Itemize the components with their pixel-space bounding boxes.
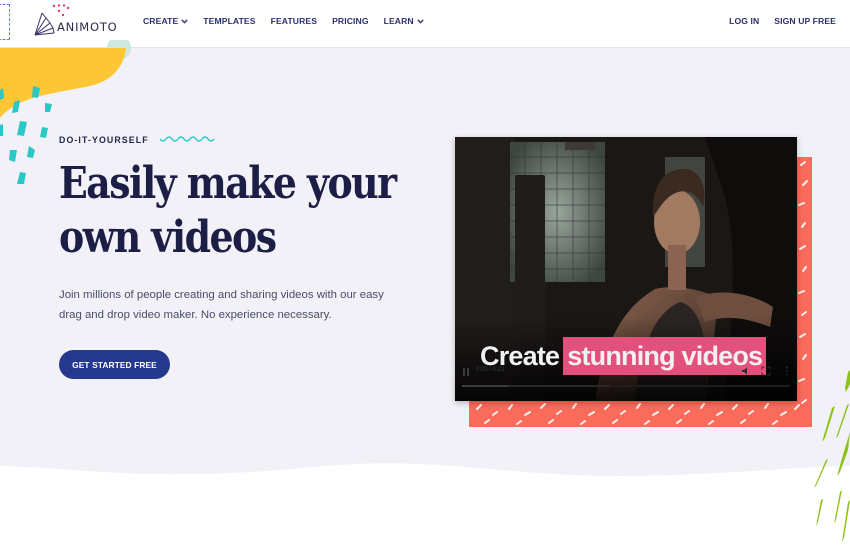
nav-features-label: FEATURES bbox=[270, 16, 318, 26]
signup-link[interactable]: SIGN UP FREE bbox=[774, 16, 836, 26]
pause-icon[interactable] bbox=[463, 368, 470, 376]
headline-line-2: own videos bbox=[59, 212, 277, 263]
get-started-button[interactable]: GET STARTED FREE bbox=[59, 350, 170, 379]
nav-templates-label: TEMPLATES bbox=[203, 16, 256, 26]
eyebrow-text: DO-IT-YOURSELF bbox=[59, 135, 149, 145]
chevron-down-icon bbox=[181, 18, 189, 24]
nav-pricing-label: PRICING bbox=[332, 16, 369, 26]
main-nav: CREATE TEMPLATES FEATURES PRICING LEARN bbox=[143, 16, 439, 26]
teal-dots-decoration bbox=[0, 86, 52, 184]
dashed-frame-decoration bbox=[0, 4, 10, 40]
nav-create[interactable]: CREATE bbox=[143, 16, 189, 26]
login-link[interactable]: LOG IN bbox=[729, 16, 759, 26]
chevron-down-icon bbox=[417, 18, 424, 24]
hero-headline: Easily make your own videos bbox=[59, 157, 403, 265]
video-player[interactable]: Create stunning videos 0:03 / 0:22 bbox=[455, 137, 797, 401]
nav-learn-label: LEARN bbox=[383, 16, 414, 26]
headline-line-1: Easily make your bbox=[59, 158, 397, 209]
more-options-icon[interactable] bbox=[782, 366, 792, 376]
page: ANIMOTO CREATE TEMPLATES FEATURES PRICIN… bbox=[0, 0, 850, 560]
video-progress-fill bbox=[462, 385, 508, 387]
squiggle-decoration bbox=[159, 136, 215, 142]
logo-dots-icon bbox=[52, 4, 70, 17]
nav-create-label: CREATE bbox=[143, 16, 179, 26]
account-nav: LOG IN SIGN UP FREE bbox=[714, 16, 836, 26]
nav-learn[interactable]: LEARN bbox=[384, 16, 424, 26]
nav-templates[interactable]: TEMPLATES bbox=[203, 16, 255, 26]
nav-pricing[interactable]: PRICING bbox=[332, 16, 369, 26]
video-time: 0:03 / 0:22 bbox=[476, 367, 505, 373]
fullscreen-icon[interactable] bbox=[761, 366, 771, 376]
video-progress-bar[interactable] bbox=[462, 385, 790, 387]
video-controls: 0:03 / 0:22 bbox=[455, 363, 797, 401]
logo-wordmark: ANIMOTO bbox=[57, 20, 118, 34]
nav-features[interactable]: FEATURES bbox=[271, 16, 317, 26]
volume-icon[interactable] bbox=[741, 366, 751, 376]
hero-subtext: Join millions of people creating and sha… bbox=[59, 289, 384, 321]
eyebrow-label: DO-IT-YOURSELF bbox=[59, 135, 215, 145]
animoto-logo[interactable]: ANIMOTO bbox=[33, 4, 118, 36]
green-strokes-decoration bbox=[814, 370, 850, 542]
